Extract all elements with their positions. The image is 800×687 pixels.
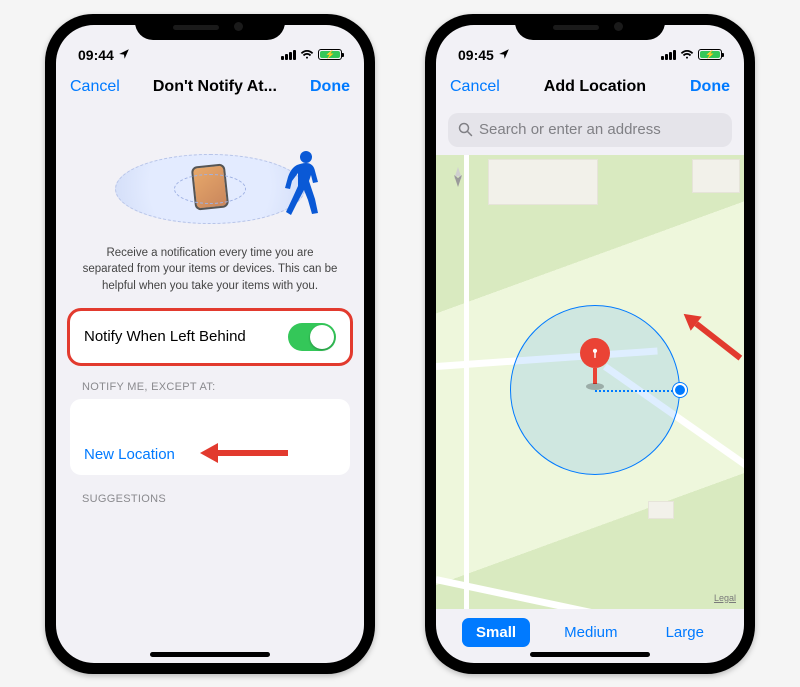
new-location-button[interactable]: New Location [84, 446, 175, 463]
radius-handle[interactable] [673, 383, 687, 397]
map-building [488, 159, 598, 205]
size-medium-button[interactable]: Medium [550, 618, 631, 647]
wifi-icon [680, 47, 694, 63]
page-title: Don't Notify At... [153, 78, 277, 96]
phone-left: 09:44 ⚡ Cancel Don't Notify At... Done [45, 14, 375, 674]
size-large-button[interactable]: Large [652, 618, 718, 647]
done-button[interactable]: Done [310, 78, 350, 96]
section-except-label: NOTIFY ME, EXCEPT AT: [70, 363, 350, 399]
wifi-icon [300, 47, 314, 63]
search-icon [458, 122, 473, 137]
status-time: 09:45 [458, 47, 494, 63]
map-view[interactable]: Legal [436, 155, 744, 609]
illustration [70, 109, 350, 239]
annotation-arrow [200, 443, 288, 463]
except-locations-group: New Location [70, 399, 350, 475]
size-small-button[interactable]: Small [462, 618, 530, 647]
search-input[interactable]: Search or enter an address [448, 113, 732, 147]
search-placeholder: Search or enter an address [479, 121, 661, 138]
notch [515, 14, 665, 40]
location-icon [498, 47, 510, 63]
nav-bar: Cancel Don't Notify At... Done [56, 65, 364, 109]
cellular-icon [661, 50, 676, 60]
description-text: Receive a notification every time you ar… [70, 239, 350, 311]
done-button[interactable]: Done [690, 78, 730, 96]
home-indicator[interactable] [530, 652, 650, 657]
phone-right: 09:45 ⚡ Cancel Add Location Done [425, 14, 755, 674]
walking-person-icon [280, 149, 326, 224]
section-suggestions-label: SUGGESTIONS [70, 475, 350, 511]
map-legal-link[interactable]: Legal [714, 593, 736, 603]
location-icon [118, 47, 130, 63]
screen-add-location: 09:45 ⚡ Cancel Add Location Done [436, 25, 744, 663]
battery-icon: ⚡ [318, 49, 342, 60]
radius-line [595, 390, 681, 392]
cancel-button[interactable]: Cancel [70, 78, 120, 96]
battery-icon: ⚡ [698, 49, 722, 60]
notch [135, 14, 285, 40]
page-title: Add Location [544, 78, 646, 96]
annotation-arrow [678, 306, 744, 365]
map-building [648, 501, 674, 519]
device-icon [191, 163, 229, 210]
screen-notify-settings: 09:44 ⚡ Cancel Don't Notify At... Done [56, 25, 364, 663]
notify-left-behind-row: Notify When Left Behind [70, 311, 350, 363]
home-indicator[interactable] [150, 652, 270, 657]
nav-bar: Cancel Add Location Done [436, 65, 744, 109]
radius-circle [510, 305, 680, 475]
map-road [464, 155, 469, 609]
map-pin[interactable] [580, 338, 610, 390]
cancel-button[interactable]: Cancel [450, 78, 500, 96]
map-building [692, 159, 740, 193]
cellular-icon [281, 50, 296, 60]
status-time: 09:44 [78, 47, 114, 63]
notify-toggle[interactable] [288, 323, 336, 351]
pin-icon [580, 338, 610, 368]
toggle-label: Notify When Left Behind [84, 328, 246, 345]
